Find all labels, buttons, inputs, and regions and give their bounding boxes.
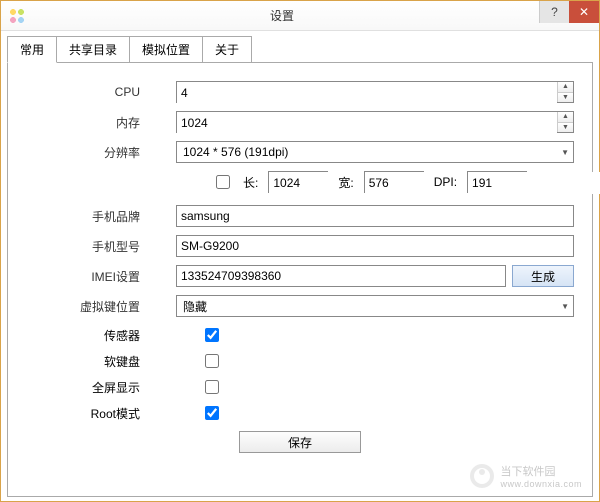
dpi-input[interactable]	[468, 172, 600, 194]
root-label: Root模式	[26, 405, 176, 422]
memory-input[interactable]	[177, 112, 557, 134]
memory-label: 内存	[26, 114, 176, 131]
resolution-combobox[interactable]: 1024 * 576 (191dpi) ▼	[176, 141, 574, 163]
titlebar: 设置 ? ✕	[1, 1, 599, 31]
resolution-value: 1024 * 576 (191dpi)	[183, 145, 288, 159]
tab-mock-location[interactable]: 模拟位置	[129, 36, 203, 63]
settings-window: 设置 ? ✕ 常用 共享目录 模拟位置 关于 CPU ▲▼ 内存	[0, 0, 600, 502]
watermark: 当下软件园 www.downxia.com	[468, 462, 582, 490]
brand-input[interactable]	[176, 205, 574, 227]
custom-resolution-checkbox[interactable]	[216, 175, 230, 189]
close-button[interactable]: ✕	[569, 1, 599, 23]
help-button[interactable]: ?	[539, 1, 569, 23]
save-button[interactable]: 保存	[239, 431, 361, 453]
chevron-down-icon: ▼	[561, 148, 569, 157]
watermark-brand: 当下软件园	[500, 463, 582, 479]
vkey-combobox[interactable]: 隐藏 ▼	[176, 295, 574, 317]
dpi-label: DPI:	[434, 175, 457, 189]
width-spinbox[interactable]: ▲▼	[364, 171, 424, 193]
resolution-label: 分辨率	[26, 144, 176, 161]
tab-about[interactable]: 关于	[202, 36, 252, 63]
memory-up-icon[interactable]: ▲	[558, 112, 573, 123]
length-spinbox[interactable]: ▲▼	[268, 171, 328, 193]
memory-spinbox[interactable]: ▲▼	[176, 111, 574, 133]
tab-general[interactable]: 常用	[7, 36, 57, 63]
chevron-down-icon: ▼	[561, 302, 569, 311]
memory-down-icon[interactable]: ▼	[558, 123, 573, 133]
root-checkbox[interactable]	[205, 406, 219, 420]
tab-panel: CPU ▲▼ 内存 ▲▼ 分辨率 1024 * 576 (191dp	[7, 62, 593, 497]
tab-shared-dir[interactable]: 共享目录	[56, 36, 130, 63]
cpu-down-icon[interactable]: ▼	[558, 93, 573, 103]
watermark-url: www.downxia.com	[500, 479, 582, 489]
tabs: 常用 共享目录 模拟位置 关于	[1, 31, 599, 62]
softkb-label: 软键盘	[26, 353, 176, 370]
imei-input[interactable]	[176, 265, 506, 287]
vkey-label: 虚拟键位置	[26, 298, 176, 315]
model-label: 手机型号	[26, 238, 176, 255]
sensor-checkbox[interactable]	[205, 328, 219, 342]
length-label: 长:	[243, 174, 258, 191]
cpu-label: CPU	[26, 85, 176, 99]
fullscreen-label: 全屏显示	[26, 379, 176, 396]
app-icon	[9, 8, 25, 24]
cpu-spinbox[interactable]: ▲▼	[176, 81, 574, 103]
softkb-checkbox[interactable]	[205, 354, 219, 368]
generate-button[interactable]: 生成	[512, 265, 574, 287]
vkey-value: 隐藏	[183, 298, 207, 315]
width-label: 宽:	[338, 174, 353, 191]
fullscreen-checkbox[interactable]	[205, 380, 219, 394]
brand-label: 手机品牌	[26, 208, 176, 225]
imei-label: IMEI设置	[26, 268, 176, 285]
sensor-label: 传感器	[26, 327, 176, 344]
cpu-up-icon[interactable]: ▲	[558, 82, 573, 93]
model-input[interactable]	[176, 235, 574, 257]
cpu-input[interactable]	[177, 82, 557, 104]
dpi-spinbox[interactable]: ▲▼	[467, 171, 527, 193]
window-title: 设置	[25, 7, 539, 24]
